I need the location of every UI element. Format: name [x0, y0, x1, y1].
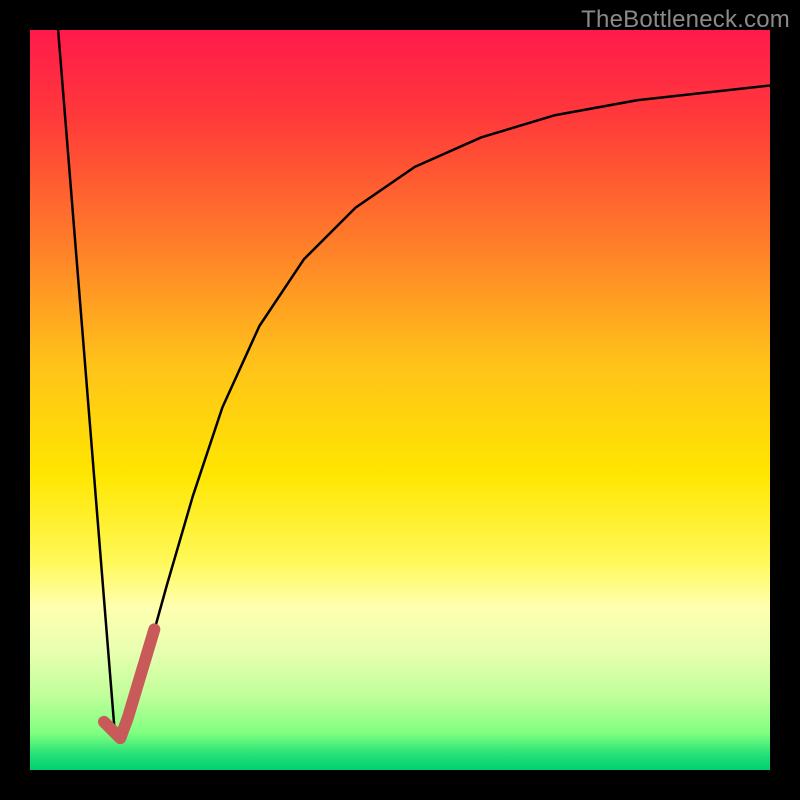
bottleneck-chart — [30, 30, 770, 770]
chart-frame: TheBottleneck.com — [0, 0, 800, 800]
